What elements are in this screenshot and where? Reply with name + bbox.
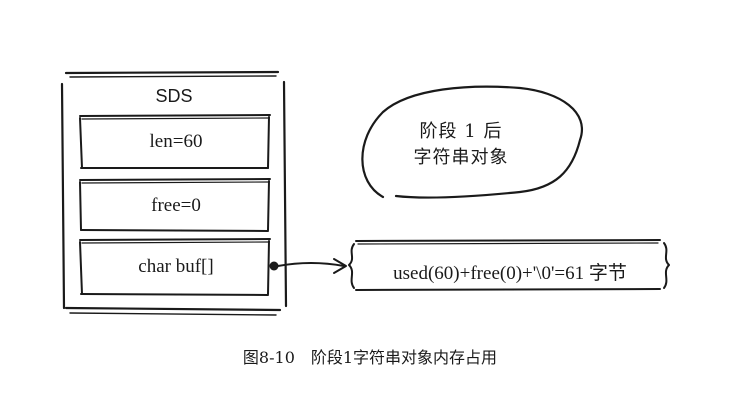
- buffer-content: used(60)+free(0)+'\0'=61 字节: [393, 263, 627, 284]
- field-buf-label: char buf[]: [138, 256, 214, 277]
- figure-caption: 图8-10 阶段1字符串对象内存占用: [242, 348, 498, 367]
- field-free-label: free=0: [151, 195, 201, 216]
- bubble-text-line2: 字符串对象: [413, 147, 509, 168]
- field-len-label: len=60: [149, 131, 203, 152]
- bubble-text-line1: 阶段 1 后: [419, 121, 503, 142]
- sds-title: SDS: [155, 86, 193, 106]
- buf-pointer-arrow: [269, 258, 347, 274]
- sds-outer-frame: [60, 70, 288, 316]
